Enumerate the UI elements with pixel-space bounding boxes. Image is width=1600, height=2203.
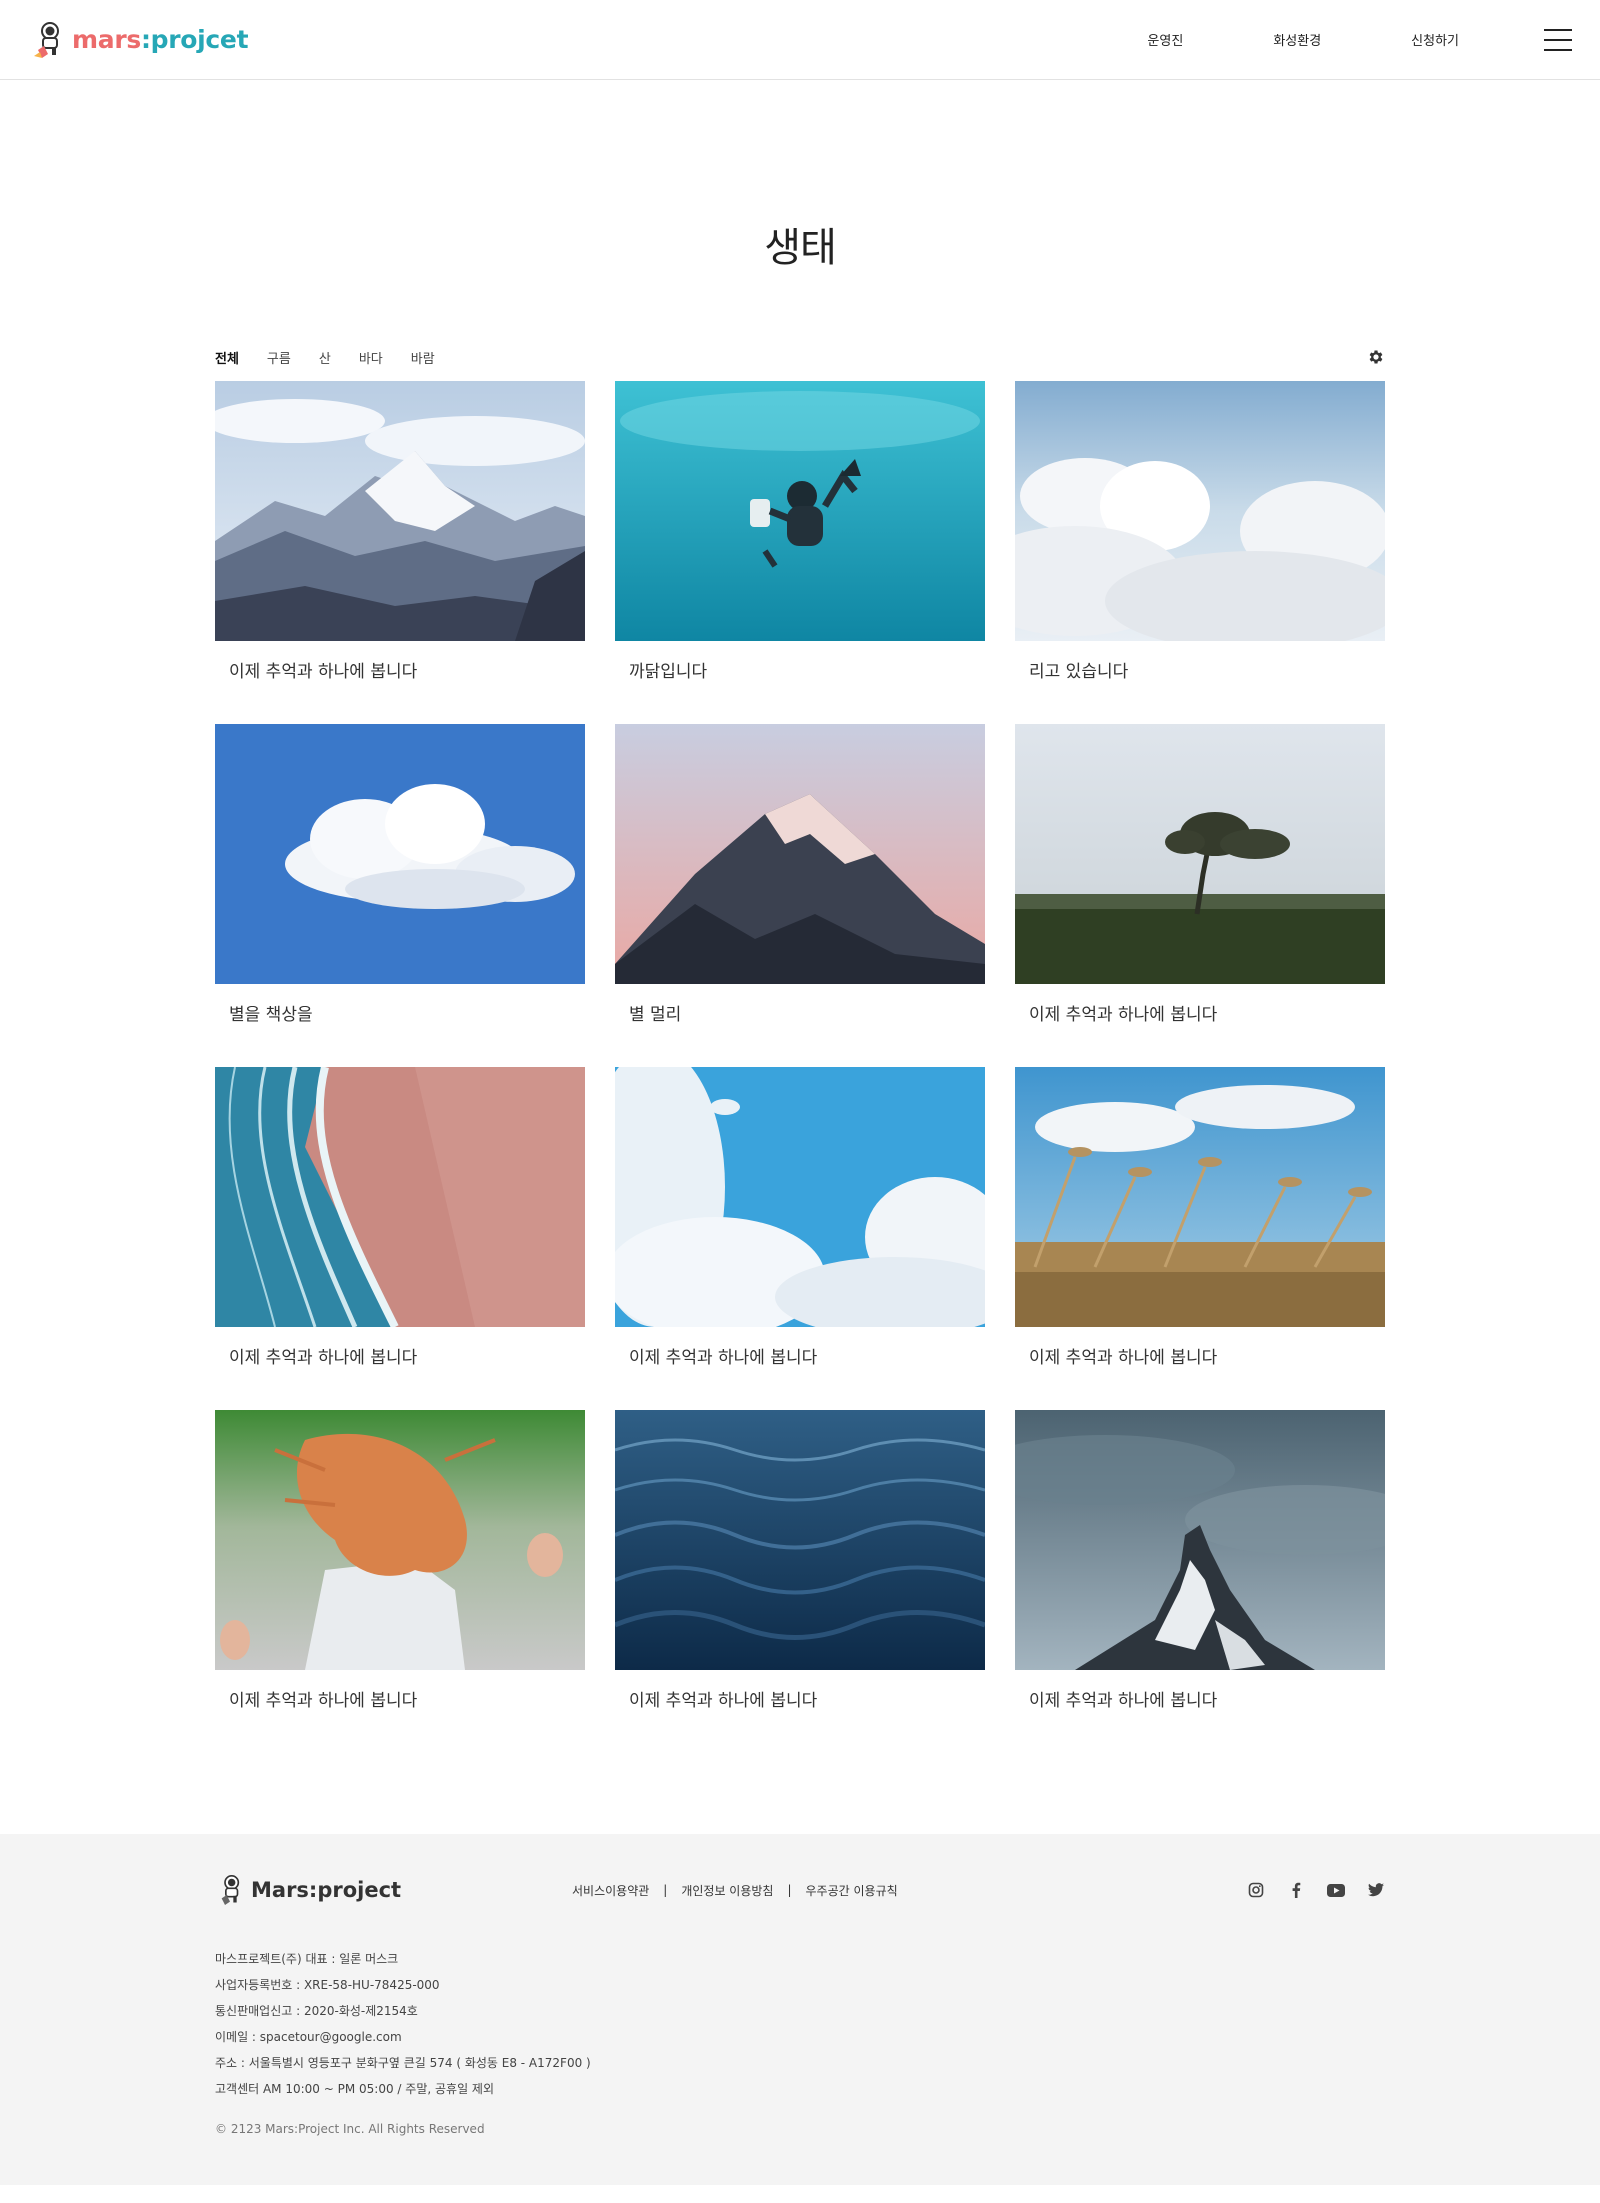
cloud-sea-image	[1015, 381, 1385, 641]
logo-word-mars: mars	[72, 25, 141, 54]
single-cloud-blue-sky-image	[215, 724, 585, 984]
company-info-line: 사업자등록번호 : XRE-58-HU-78425-000	[215, 1978, 440, 1992]
ocean-waves-image	[615, 1410, 985, 1670]
footer-logo[interactable]: Mars:project	[215, 1873, 572, 1907]
gallery-card[interactable]: 이제 추억과 하나에 봅니다	[215, 1067, 585, 1371]
card-caption: 이제 추억과 하나에 봅니다	[229, 1348, 418, 1368]
nav-item-apply[interactable]: 신청하기	[1411, 30, 1459, 49]
twitter-icon[interactable]	[1367, 1881, 1385, 1899]
nav-item-staff[interactable]: 운영진	[1147, 30, 1183, 49]
gallery-card[interactable]: 리고 있습니다	[1015, 381, 1385, 685]
footer-link-terms[interactable]: 서비스이용약관	[572, 1882, 649, 1899]
footer-link-space-rules[interactable]: 우주공간 이용규칙	[806, 1882, 898, 1899]
filter-bar: 전체 구름 산 바다 바람	[215, 343, 1385, 371]
filter-mountain[interactable]: 산	[319, 348, 331, 367]
logo-word-project: :projcet	[140, 25, 249, 54]
gallery-card[interactable]: 이제 추억과 하나에 봅니다	[215, 381, 585, 685]
astronaut-logo-icon	[34, 21, 59, 58]
page-title: 생태	[764, 225, 837, 271]
filter-sea[interactable]: 바다	[359, 348, 383, 367]
hamburger-menu-icon[interactable]	[1544, 28, 1572, 51]
card-caption: 까닭입니다	[629, 662, 708, 682]
site-header: mars:projcet 운영진 화성환경 신청하기	[0, 0, 1600, 80]
social-links	[1225, 1881, 1385, 1899]
main-content: 생태 전체 구름 산 바다 바람 이제 추억과 하나에 봅니다 까닭입니다 리고…	[0, 80, 1600, 1714]
underwater-diver-image	[615, 381, 985, 641]
card-caption: 이제 추억과 하나에 봅니다	[1029, 1005, 1218, 1025]
company-info-line: 마스프로젝트(주) 대표 : 일론 머스크	[215, 1952, 399, 1966]
gear-icon[interactable]	[1367, 348, 1385, 366]
reeds-in-wind-image	[1015, 1067, 1385, 1327]
matterhorn-clouds-image	[1015, 1410, 1385, 1670]
main-nav: 운영진 화성환경 신청하기	[1102, 28, 1572, 51]
card-caption: 이제 추억과 하나에 봅니다	[1029, 1691, 1218, 1711]
gallery-card[interactable]: 이제 추억과 하나에 봅니다	[615, 1410, 985, 1714]
footer-link-divider: |	[663, 1883, 668, 1897]
card-caption: 이제 추억과 하나에 봅니다	[629, 1691, 818, 1711]
company-info-line: 고객센터 AM 10:00 ~ PM 05:00 / 주말, 공휴일 제외	[215, 2082, 494, 2096]
aerial-beach-waves-image	[215, 1067, 585, 1327]
site-footer: Mars:project 서비스이용약관 | 개인정보 이용방침 | 우주공간 …	[0, 1834, 1600, 2185]
filter-cloud[interactable]: 구름	[267, 348, 291, 367]
clouds-blue-sky-image	[615, 1067, 985, 1327]
mountain-peak-pink-sky-image	[615, 724, 985, 984]
company-info-line: 통신판매업신고 : 2020-화성-제2154호	[215, 2004, 418, 2018]
footer-links: 서비스이용약관 | 개인정보 이용방침 | 우주공간 이용규칙	[572, 1882, 898, 1899]
gallery-card[interactable]: 이제 추억과 하나에 봅니다	[1015, 724, 1385, 1028]
girl-hair-in-wind-image	[215, 1410, 585, 1670]
filter-all[interactable]: 전체	[215, 348, 239, 367]
company-info: 마스프로젝트(주) 대표 : 일론 머스크 사업자등록번호 : XRE-58-H…	[215, 1946, 1385, 2102]
youtube-icon[interactable]	[1327, 1881, 1345, 1899]
company-info-line: 주소 : 서울특별시 영등포구 분화구옆 큰길 574 ( 화성동 E8 - A…	[215, 2056, 591, 2070]
facebook-icon[interactable]	[1287, 1881, 1305, 1899]
gallery-card[interactable]: 이제 추억과 하나에 봅니다	[615, 1067, 985, 1371]
gallery-card[interactable]: 까닭입니다	[615, 381, 985, 685]
logo-wordmark: mars:projcet	[72, 25, 249, 54]
astronaut-logo-icon	[221, 1875, 240, 1905]
card-caption: 이제 추억과 하나에 봅니다	[629, 1348, 818, 1368]
copyright: © 2123 Mars:Project Inc. All Rights Rese…	[215, 2122, 485, 2136]
instagram-icon[interactable]	[1247, 1881, 1265, 1899]
card-caption: 이제 추억과 하나에 봅니다	[229, 1691, 418, 1711]
filter-wind[interactable]: 바람	[411, 348, 435, 367]
footer-link-divider: |	[787, 1883, 792, 1897]
snowy-mountain-range-image	[215, 381, 585, 641]
card-caption: 별을 책상을	[229, 1005, 313, 1025]
gallery-card[interactable]: 별 멀리	[615, 724, 985, 1028]
card-caption: 이제 추억과 하나에 봅니다	[229, 662, 418, 682]
gallery-grid: 이제 추억과 하나에 봅니다 까닭입니다 리고 있습니다 별을 책상을 별 멀리…	[215, 381, 1385, 1714]
footer-link-privacy[interactable]: 개인정보 이용방침	[681, 1882, 773, 1899]
gallery-card[interactable]: 이제 추억과 하나에 봅니다	[1015, 1067, 1385, 1371]
card-caption: 리고 있습니다	[1029, 662, 1129, 682]
gallery-card[interactable]: 별을 책상을	[215, 724, 585, 1028]
gallery-card[interactable]: 이제 추억과 하나에 봅니다	[215, 1410, 585, 1714]
nav-item-mars-environment[interactable]: 화성환경	[1273, 30, 1321, 49]
company-info-line: 이메일 : spacetour@google.com	[215, 2030, 402, 2044]
gallery-card[interactable]: 이제 추억과 하나에 봅니다	[1015, 1410, 1385, 1714]
footer-logo-text: Mars:project	[251, 1878, 402, 1902]
site-logo[interactable]: mars:projcet	[30, 20, 249, 60]
windswept-tree-fog-image	[1015, 724, 1385, 984]
card-caption: 이제 추억과 하나에 봅니다	[1029, 1348, 1218, 1368]
card-caption: 별 멀리	[629, 1005, 682, 1025]
